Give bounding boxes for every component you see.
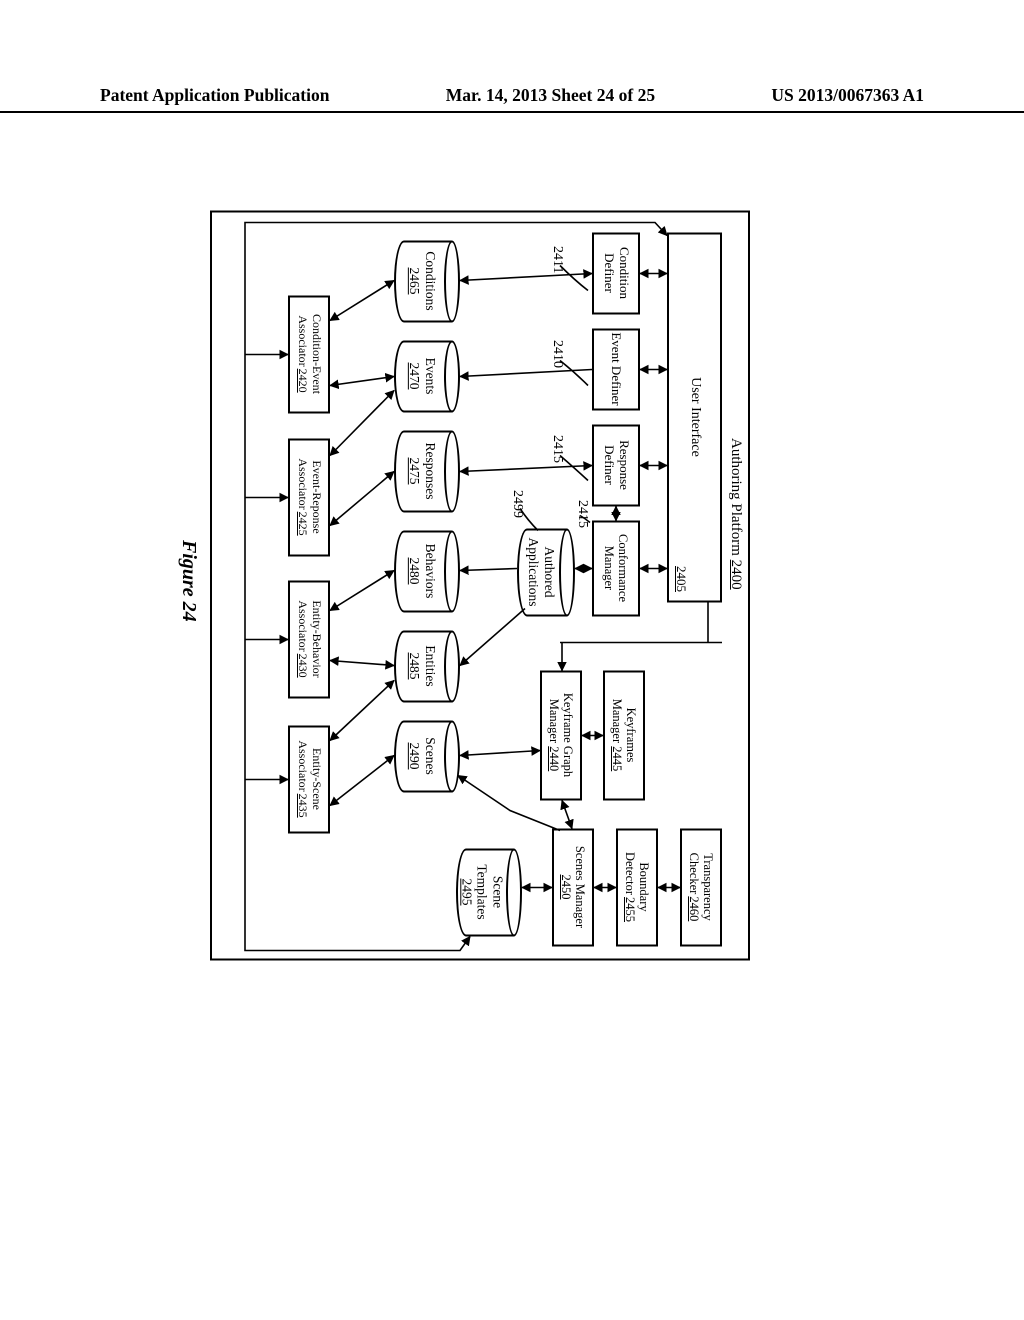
behaviors-db: Behaviors2480 — [394, 530, 460, 612]
user-interface-box: User Interface 2405 — [667, 232, 722, 602]
scenes-manager-box: Scenes Manager2450 — [552, 828, 594, 946]
page: Patent Application Publication Mar. 14, … — [0, 0, 1024, 1320]
conformance-manager-box: Conformance Manager — [592, 520, 640, 616]
keyframes-manager-box: KeyframesManager 2445 — [603, 670, 645, 800]
response-definer-box: Response Definer — [592, 424, 640, 506]
conditions-db: Conditions2465 — [394, 240, 460, 322]
events-db: Events2470 — [394, 340, 460, 412]
lead-2415a: 2415 — [549, 435, 565, 463]
keyframe-graph-manager-box: Keyframe GraphManager 2440 — [540, 670, 582, 800]
header-right: US 2013/0067363 A1 — [771, 85, 924, 107]
lead-2499: 2499 — [509, 490, 525, 518]
boundary-detector-box: BoundaryDetector2455 — [616, 828, 658, 946]
entity-behavior-associator-box: Entity-BehaviorAssociator2430 — [288, 580, 330, 698]
figure-area: Authoring Platform 2400 User Interface 2… — [88, 298, 838, 873]
lead-2410: 2410 — [549, 340, 565, 368]
lead-2411: 2411 — [549, 246, 565, 273]
condition-event-associator-box: Condition-EventAssociator2420 — [288, 295, 330, 413]
responses-db: Responses2475 — [394, 430, 460, 512]
entities-db: Entities2485 — [394, 630, 460, 702]
condition-definer-box: Condition Definer — [592, 232, 640, 314]
authored-applications-db: Authored Applications — [517, 528, 575, 616]
header-center: Mar. 14, 2013 Sheet 24 of 25 — [446, 85, 655, 107]
scene-templates-db: SceneTemplates2495 — [456, 848, 522, 936]
diagram: Authoring Platform 2400 User Interface 2… — [175, 210, 750, 960]
diagram-title: Authoring Platform 2400 — [727, 438, 744, 590]
header-left: Patent Application Publication — [100, 85, 329, 107]
event-response-associator-box: Event-ReponseAssociator2425 — [288, 438, 330, 556]
scenes-db: Scenes2490 — [394, 720, 460, 792]
page-header: Patent Application Publication Mar. 14, … — [0, 85, 1024, 113]
lead-2415b: 2415 — [574, 500, 590, 528]
figure-label: Figure 24 — [177, 540, 200, 622]
event-definer-box: Event Definer — [592, 328, 640, 410]
entity-scene-associator-box: Entity-SceneAssociator2435 — [288, 725, 330, 833]
transparency-checker-box: TransparencyChecker2460 — [680, 828, 722, 946]
